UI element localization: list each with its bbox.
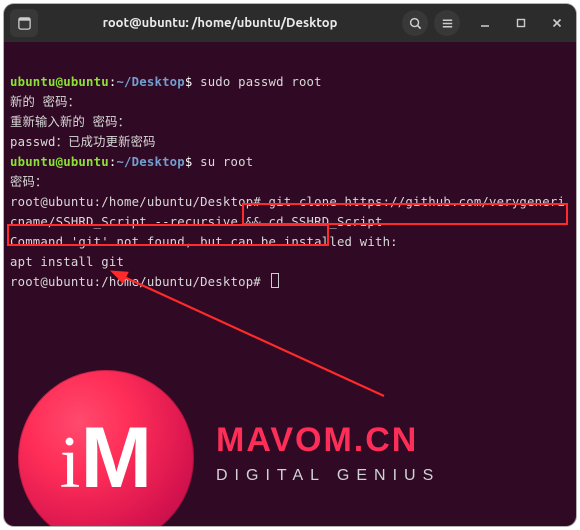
out-retype-password: 重新输入新的 密码： [10,115,130,129]
watermark-text: MAVOM.CN DIGITAL GENIUS [216,430,440,486]
titlebar: root@ubuntu: /home/ubuntu/Desktop [4,4,576,42]
window-title: root@ubuntu: /home/ubuntu/Desktop [44,16,396,30]
minimize-icon [479,17,491,29]
cmd-sudo-passwd: sudo passwd root [193,75,322,89]
out-git-not-found: Command 'git' not found, but can be inst… [10,235,398,249]
close-icon [551,17,563,29]
out-apt-install: apt install git [10,255,124,269]
close-button[interactable] [544,10,570,36]
prompt-cwd: ~/Desktop [116,155,184,169]
new-tab-button[interactable] [10,9,38,37]
terminal-body[interactable]: ubuntu@ubuntu:~/Desktop$ sudo passwd roo… [4,42,576,526]
cmd-su-root: su root [193,155,254,169]
out-new-password: 新的 密码： [10,95,80,109]
maximize-icon [515,17,527,29]
terminal-icon [17,16,32,31]
prompt-cwd: ~/Desktop [116,75,184,89]
terminal-window: root@ubuntu: /home/ubuntu/Desktop ubuntu… [4,4,576,526]
brand-tagline: DIGITAL GENIUS [216,466,440,486]
out-passwd-ok: passwd：已成功更新密码 [10,135,156,149]
brand-name: MAVOM.CN [216,430,440,450]
search-icon [408,16,423,31]
hamburger-icon [440,16,455,31]
prompt-user: ubuntu@ubuntu [10,155,109,169]
window-controls [472,10,570,36]
root-prompt: root@ubuntu:/home/ubuntu/Desktop# [10,275,261,289]
logo-i: i [60,453,81,473]
out-password-prompt: 密码： [10,175,48,189]
menu-button[interactable] [434,10,460,36]
root-prompt: root@ubuntu:/home/ubuntu/Desktop# [10,195,261,209]
minimize-button[interactable] [472,10,498,36]
watermark: iM MAVOM.CN DIGITAL GENIUS [18,370,440,526]
prompt-sym: $ [185,75,193,89]
logo-text: iM [60,415,153,501]
maximize-button[interactable] [508,10,534,36]
search-button[interactable] [402,10,428,36]
cursor [271,273,279,288]
prompt-user: ubuntu@ubuntu [10,75,109,89]
prompt-sym: $ [185,155,193,169]
logo-m: M [80,415,152,501]
watermark-logo: iM [18,370,194,526]
